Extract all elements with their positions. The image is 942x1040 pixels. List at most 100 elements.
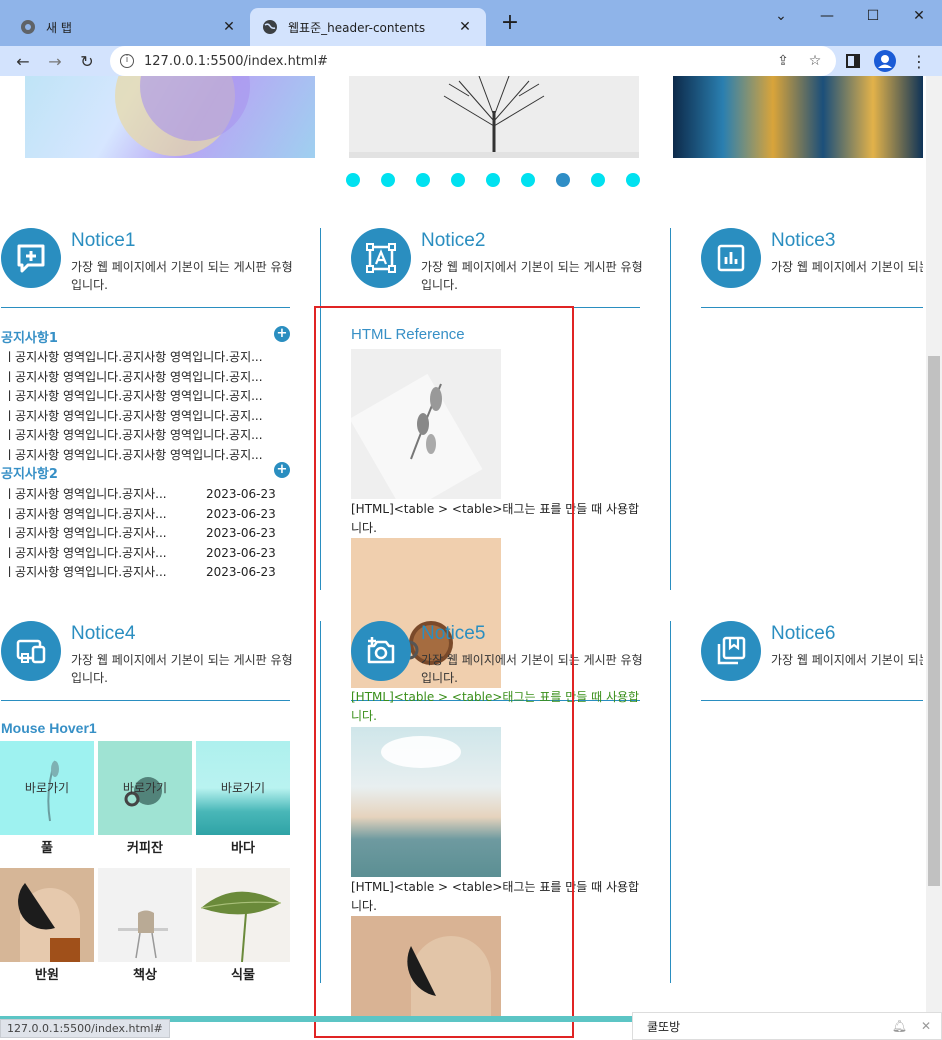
address-bar[interactable]: i 127.0.0.1:5500/index.html# ⇪ ☆ xyxy=(110,46,836,76)
slider-dot[interactable] xyxy=(521,173,535,187)
sidebar-icon[interactable] xyxy=(840,48,866,74)
list-item[interactable]: ㅣ공지사항 영역입니다.공지사항 영역입니다.공지... xyxy=(4,407,286,427)
add-icon[interactable]: + xyxy=(274,326,290,342)
bell-icon[interactable]: 🔔︎ xyxy=(892,1019,907,1033)
tab-header-contents[interactable]: 웹표준_header-contents ✕ xyxy=(250,8,486,46)
hover-caption: 책상 xyxy=(133,968,157,983)
minimize-button[interactable]: — xyxy=(804,0,850,32)
browser-toolbar: ← → ↻ i 127.0.0.1:5500/index.html# ⇪ ☆ ⋮ xyxy=(0,46,942,76)
hover-card-grass[interactable]: 바로가기 xyxy=(0,741,94,835)
hover-caption: 바다 xyxy=(231,841,255,856)
goto-label: 바로가기 xyxy=(220,781,266,795)
slide-image-tree xyxy=(349,76,639,158)
list-item[interactable]: ㅣ공지사항 영역입니다.공지사항 영역입니다.공지... xyxy=(4,426,286,446)
notice-divider xyxy=(701,307,923,308)
list-item[interactable]: ㅣ공지사항 영역입니다.공지사... 2023-06-23 xyxy=(4,485,286,505)
tab-title: 웹표준_header-contents xyxy=(288,20,426,35)
notice-title[interactable]: Notice4 xyxy=(71,623,135,645)
notification-toast[interactable]: 쿨또방 🔔︎ ✕ xyxy=(632,1012,942,1040)
notice-divider xyxy=(1,700,290,701)
list-item[interactable]: ㅣ공지사항 영역입니다.공지사... 2023-06-23 xyxy=(4,505,286,525)
vertical-scrollbar[interactable] xyxy=(926,76,942,1016)
scrollbar-thumb[interactable] xyxy=(928,356,940,886)
profile-avatar-icon[interactable] xyxy=(872,48,898,74)
hover-card-half-circle[interactable] xyxy=(0,868,94,962)
list-item[interactable]: ㅣ공지사항 영역입니다.공지사... 2023-06-23 xyxy=(4,563,286,583)
tab-title: 새 탭 xyxy=(46,20,72,35)
reference-caption: [HTML]<table > <table>태그는 표를 만들 때 사용합니다. xyxy=(351,690,640,723)
status-url: 127.0.0.1:5500/index.html# xyxy=(0,1019,170,1038)
url-text: 127.0.0.1:5500/index.html# xyxy=(144,53,329,69)
bookmark-collection-icon xyxy=(701,621,761,681)
devices-icon xyxy=(1,621,61,681)
hover-card-sea[interactable]: 바로가기 xyxy=(196,741,290,835)
notice-title[interactable]: Notice2 xyxy=(421,230,485,252)
hover-card-coffee[interactable]: 바로가기 xyxy=(98,741,192,835)
slider-dot[interactable] xyxy=(591,173,605,187)
window-close-button[interactable]: ✕ xyxy=(896,0,942,32)
board2-list: ㅣ공지사항 영역입니다.공지사... 2023-06-23 ㅣ공지사항 영역입니다… xyxy=(4,485,286,583)
reference-caption: [HTML]<table > <table>태그는 표를 만들 때 사용합니다. xyxy=(351,880,640,913)
notice-description: 가장 웹 페이지에서 기본이 되는 게시판 유형입니다. xyxy=(71,653,293,685)
list-item[interactable]: ㅣ공지사항 영역입니다.공지사... 2023-06-23 xyxy=(4,544,286,564)
notice-description: 가장 웹 페이지에서 기본이 되는 게시판 유형입니다. xyxy=(421,653,643,685)
reference-title[interactable]: HTML Reference xyxy=(351,326,465,343)
tab-new[interactable]: 새 탭 ✕ xyxy=(8,8,250,46)
hover-caption: 식물 xyxy=(231,968,255,983)
reference-image-half-circle[interactable] xyxy=(351,916,501,1016)
share-icon[interactable]: ⇪ xyxy=(772,50,794,72)
reference-image-plant-shadow[interactable] xyxy=(351,349,501,499)
slider-dot[interactable] xyxy=(451,173,465,187)
notice-divider xyxy=(1,307,290,308)
column-divider xyxy=(670,228,671,590)
hover-card-desk[interactable] xyxy=(98,868,192,962)
list-item[interactable]: ㅣ공지사항 영역입니다.공지사항 영역입니다.공지... xyxy=(4,387,286,407)
tab-search-icon[interactable]: ⌄ xyxy=(758,0,804,32)
notice-title[interactable]: Notice6 xyxy=(771,623,835,645)
notice-description: 가장 웹 페이지에서 기본이 되는 게시판 유형입니다. xyxy=(421,260,643,292)
board1-list: ㅣ공지사항 영역입니다.공지사항 영역입니다.공지... ㅣ공지사항 영역입니다… xyxy=(4,348,286,465)
info-icon[interactable]: i xyxy=(120,54,134,68)
reload-icon[interactable]: ↻ xyxy=(74,48,100,74)
board2-title[interactable]: 공지사항2 xyxy=(1,463,58,482)
notice-title[interactable]: Notice3 xyxy=(771,230,835,252)
list-item[interactable]: ㅣ공지사항 영역입니다.공지사... 2023-06-23 xyxy=(4,524,286,544)
bar-chart-icon xyxy=(701,228,761,288)
tab-strip: 새 탭 ✕ 웹표준_header-contents ✕ + ⌄ — ☐ ✕ xyxy=(0,0,942,46)
reference-image-sea[interactable] xyxy=(351,727,501,877)
text-box-icon xyxy=(351,228,411,288)
close-icon[interactable]: ✕ xyxy=(456,19,474,35)
back-arrow-icon[interactable]: ← xyxy=(10,48,36,74)
slider-dot-active[interactable] xyxy=(556,173,570,187)
hover-caption: 커피잔 xyxy=(127,841,163,856)
hover-card-plant[interactable] xyxy=(196,868,290,962)
slider-dot[interactable] xyxy=(626,173,640,187)
goto-label: 바로가기 xyxy=(24,781,70,795)
maximize-button[interactable]: ☐ xyxy=(850,0,896,32)
hover-caption: 풀 xyxy=(41,841,53,856)
slide-image-gradient-sphere xyxy=(25,76,315,158)
forward-arrow-icon[interactable]: → xyxy=(42,48,68,74)
close-icon[interactable]: ✕ xyxy=(921,1019,931,1033)
camera-plus-icon xyxy=(351,621,411,681)
column-divider xyxy=(320,228,321,590)
slider-dot[interactable] xyxy=(486,173,500,187)
slider-dot[interactable] xyxy=(346,173,360,187)
notice-title[interactable]: Notice5 xyxy=(421,623,485,645)
column-divider xyxy=(670,621,671,983)
list-item[interactable]: ㅣ공지사항 영역입니다.공지사항 영역입니다.공지... xyxy=(4,368,286,388)
board1-title[interactable]: 공지사항1 xyxy=(1,327,58,346)
chrome-icon xyxy=(20,19,36,35)
list-item[interactable]: ㅣ공지사항 영역입니다.공지사항 영역입니다.공지... xyxy=(4,348,286,368)
menu-kebab-icon[interactable]: ⋮ xyxy=(906,48,932,74)
add-icon[interactable]: + xyxy=(274,462,290,478)
notice-description: 가장 웹 페이지에서 기본이 되는 게시판 유형입니다. xyxy=(771,260,923,274)
new-tab-button[interactable]: + xyxy=(498,12,522,36)
notice-title[interactable]: Notice1 xyxy=(71,230,135,252)
notice-divider xyxy=(701,700,923,701)
slider-dot[interactable] xyxy=(381,173,395,187)
slider-dot[interactable] xyxy=(416,173,430,187)
bookmark-star-icon[interactable]: ☆ xyxy=(804,50,826,72)
close-icon[interactable]: ✕ xyxy=(220,19,238,35)
hover-caption: 반원 xyxy=(35,968,59,983)
